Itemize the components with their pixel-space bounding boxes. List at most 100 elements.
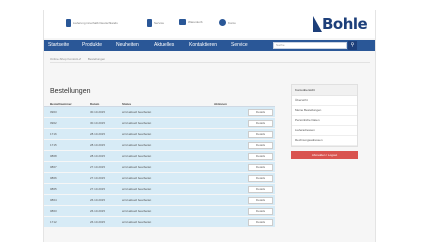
topbar-link-label: Service xyxy=(154,21,165,25)
logo-mark-icon xyxy=(313,16,322,32)
details-button[interactable]: Details xyxy=(248,175,273,182)
column-header: Status xyxy=(122,102,132,106)
table-row: 0864 26.10.2015 wird aktuell bearbeitet Det… xyxy=(44,195,275,206)
table-row: 0867 27.10.2015 wird aktuell bearbeitet Det… xyxy=(44,162,275,173)
order-status: wird aktuell bearbeitet xyxy=(122,110,152,114)
sidebar-heading: Kontoübersicht xyxy=(292,85,357,96)
details-button[interactable]: Details xyxy=(248,120,273,127)
top-bar: Lieferung innerhalb Deutschlands Service… xyxy=(44,10,375,38)
sidebar-item-overview[interactable]: Übersicht xyxy=(292,96,357,106)
account-sidebar: Kontoübersicht Übersicht Meine Bestellun… xyxy=(291,84,358,159)
order-number: 1712 xyxy=(50,220,57,224)
nav-item-service[interactable]: Service xyxy=(231,42,248,49)
order-number: 0868 xyxy=(50,154,57,158)
column-header: Aktionen xyxy=(214,102,227,106)
order-date: 27.10.2015 xyxy=(90,176,106,180)
table-row: 1716 28.10.2015 wird aktuell bearbeitet Det… xyxy=(44,129,275,140)
cart-icon xyxy=(179,19,186,25)
table-row: 0866 27.10.2015 wird aktuell bearbeitet Det… xyxy=(44,173,275,184)
table-row: 0962 30.10.2015 wird aktuell bearbeitet Det… xyxy=(44,118,275,129)
table-row: 1715 28.10.2015 wird aktuell bearbeitet Det… xyxy=(44,140,275,151)
order-number: 1715 xyxy=(50,143,57,147)
table-row: 0868 28.10.2015 wird aktuell bearbeitet Det… xyxy=(44,151,275,162)
column-header: Bestellnummer xyxy=(50,102,72,106)
order-date: 26.10.2015 xyxy=(90,198,106,202)
order-date: 28.10.2015 xyxy=(90,143,106,147)
details-button[interactable]: Details xyxy=(248,208,273,215)
order-status: wird aktuell bearbeitet xyxy=(122,121,152,125)
sidebar-item-billing-addresses[interactable]: Rechnungsadressen xyxy=(292,136,357,146)
logout-button[interactable]: Abmelden / Logout xyxy=(291,151,358,159)
sidebar-item-shipping-addresses[interactable]: Lieferadressen xyxy=(292,126,357,136)
order-number: 0863 xyxy=(50,209,57,213)
order-status: wird aktuell bearbeitet xyxy=(122,176,152,180)
account-menu: Kontoübersicht Übersicht Meine Bestellun… xyxy=(291,84,358,147)
breadcrumb-item[interactable]: Online-Shop Konto/A-Z xyxy=(50,57,81,61)
topbar-link-label: Lieferung innerhalb Deutschlands xyxy=(73,21,118,25)
order-status: wird aktuell bearbeitet xyxy=(122,187,152,191)
details-button[interactable]: Details xyxy=(248,197,273,204)
table-body: 0963 30.10.2015 wird aktuell bearbeitet Det… xyxy=(44,107,275,228)
order-number: 0963 xyxy=(50,110,57,114)
nav-item-start[interactable]: Startseite xyxy=(48,42,69,49)
nav-item-new[interactable]: Neuheiten xyxy=(116,42,139,49)
truck-icon xyxy=(66,19,71,27)
details-button[interactable]: Details xyxy=(248,109,273,116)
order-number: 0867 xyxy=(50,165,57,169)
order-status: wird aktuell bearbeitet xyxy=(122,220,152,224)
logo-text: Bohle xyxy=(322,15,368,33)
table-row: 0963 30.10.2015 wird aktuell bearbeitet Det… xyxy=(44,107,275,118)
topbar-link-label: Warenkorb xyxy=(188,20,203,24)
details-button[interactable]: Details xyxy=(248,142,273,149)
page-title: Bestellungen xyxy=(50,88,91,95)
order-number: 0866 xyxy=(50,176,57,180)
details-button[interactable]: Details xyxy=(248,186,273,193)
nav-item-products[interactable]: Produkte xyxy=(82,42,102,49)
table-row: 0863 26.10.2015 wird aktuell bearbeitet Det… xyxy=(44,206,275,217)
order-date: 28.10.2015 xyxy=(90,132,106,136)
orders-table: Bestellnummer Datum Status Aktionen 0963… xyxy=(44,102,275,228)
column-header: Datum xyxy=(90,102,100,106)
breadcrumb-item: Bestellungen xyxy=(87,57,106,61)
details-button[interactable]: Details xyxy=(248,153,273,160)
topbar-link-cart[interactable]: Warenkorb xyxy=(179,19,203,25)
order-date: 26.10.2015 xyxy=(90,220,106,224)
main-nav: Startseite Produkte Neuheiten Aktuelles … xyxy=(44,40,375,51)
search-button[interactable]: ⚲ xyxy=(348,41,357,50)
bohle-logo[interactable]: Bohle xyxy=(313,15,368,33)
topbar-link-label: Konto xyxy=(228,20,236,25)
details-button[interactable]: Details xyxy=(248,219,273,226)
nav-item-news[interactable]: Aktuelles xyxy=(154,42,174,49)
order-date: 28.10.2015 xyxy=(90,154,106,158)
order-status: wird aktuell bearbeitet xyxy=(122,165,152,169)
order-status: wird aktuell bearbeitet xyxy=(122,209,152,213)
order-status: wird aktuell bearbeitet xyxy=(122,132,152,136)
phone-icon xyxy=(147,19,152,27)
topbar-link-service[interactable]: Service xyxy=(147,19,164,27)
order-date: 30.10.2015 xyxy=(90,121,106,125)
table-row: 0865 27.10.2015 wird aktuell bearbeitet Det… xyxy=(44,184,275,195)
details-button[interactable]: Details xyxy=(248,131,273,138)
order-date: 27.10.2015 xyxy=(90,187,106,191)
order-number: 0962 xyxy=(50,121,57,125)
order-status: wird aktuell bearbeitet xyxy=(122,143,152,147)
search-input[interactable]: Suche xyxy=(273,42,347,49)
nav-item-contact[interactable]: Kontaktieren xyxy=(189,42,217,49)
sidebar-item-personal-data[interactable]: Persönliche Daten xyxy=(292,116,357,126)
details-button[interactable]: Details xyxy=(248,164,273,171)
sidebar-item-orders[interactable]: Meine Bestellungen xyxy=(292,106,357,116)
order-number: 1716 xyxy=(50,132,57,136)
order-date: 26.10.2015 xyxy=(90,209,106,213)
search-icon: ⚲ xyxy=(350,42,355,48)
order-date: 30.10.2015 xyxy=(90,110,106,114)
shop-page: Lieferung innerhalb Deutschlands Service… xyxy=(43,10,376,242)
order-date: 27.10.2015 xyxy=(90,165,106,169)
user-icon xyxy=(219,19,226,26)
table-row: 1712 26.10.2015 wird aktuell bearbeitet Det… xyxy=(44,217,275,228)
breadcrumb: Online-Shop Konto/A-Z Bestellungen xyxy=(50,56,370,63)
order-number: 0865 xyxy=(50,187,57,191)
order-number: 0864 xyxy=(50,198,57,202)
topbar-link-account[interactable]: Konto xyxy=(219,19,236,26)
order-status: wird aktuell bearbeitet xyxy=(122,154,152,158)
topbar-link-shipping[interactable]: Lieferung innerhalb Deutschlands xyxy=(66,19,118,27)
